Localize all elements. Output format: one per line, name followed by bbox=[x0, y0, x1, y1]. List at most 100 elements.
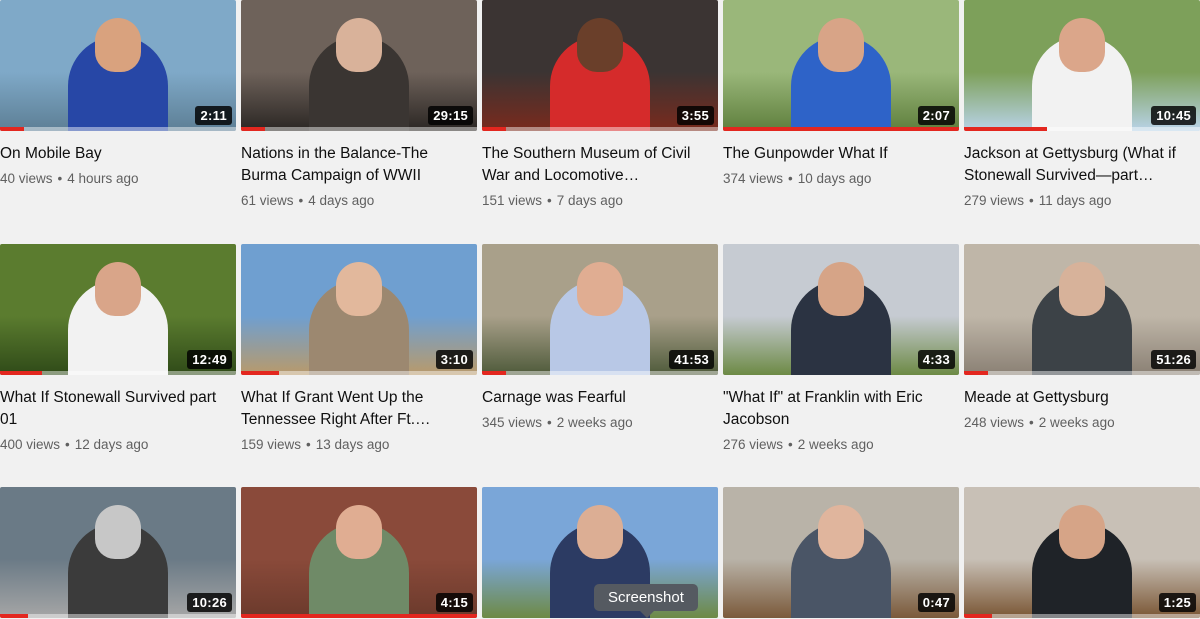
watch-progress-bar bbox=[0, 371, 43, 375]
video-metadata: 345 views • 2 weeks ago bbox=[482, 415, 718, 430]
view-count: 400 views bbox=[0, 437, 61, 452]
duration-badge: 41:53 bbox=[669, 350, 714, 369]
presenter-head bbox=[818, 262, 864, 316]
video-card[interactable]: 2:07 The Gunpowder What If 374 views • 10 da… bbox=[723, 0, 959, 244]
watch-progress-track bbox=[482, 127, 718, 131]
video-card[interactable]: 1:25 bbox=[964, 487, 1200, 619]
video-card[interactable]: 4:15 bbox=[241, 487, 477, 619]
video-card[interactable]: 4:33 "What If" at Franklin with Eric Jaco… bbox=[723, 244, 959, 487]
video-thumbnail[interactable]: 10:45 bbox=[964, 0, 1200, 131]
watch-progress-track bbox=[0, 127, 236, 131]
upload-age: 12 days ago bbox=[74, 437, 149, 452]
video-thumbnail[interactable]: 2:07 bbox=[723, 0, 959, 131]
presenter-head bbox=[1059, 18, 1105, 72]
separator-dot-icon: • bbox=[1029, 415, 1034, 430]
view-count: 159 views bbox=[241, 437, 302, 452]
duration-badge: 1:25 bbox=[1158, 593, 1196, 612]
video-thumbnail[interactable]: 12:49 bbox=[0, 244, 236, 375]
video-title[interactable]: On Mobile Bay bbox=[0, 143, 230, 165]
upload-age: 10 days ago bbox=[797, 171, 872, 186]
watch-progress-bar bbox=[482, 371, 506, 375]
upload-age: 2 weeks ago bbox=[556, 415, 633, 430]
presenter-head bbox=[336, 505, 382, 559]
video-card[interactable]: 2:11 On Mobile Bay 40 views • 4 hours ago bbox=[0, 0, 236, 244]
watch-progress-track bbox=[964, 371, 1200, 375]
presenter-head bbox=[336, 18, 382, 72]
video-metadata: 374 views • 10 days ago bbox=[723, 171, 959, 186]
view-count: 61 views bbox=[241, 193, 294, 208]
separator-dot-icon: • bbox=[1029, 193, 1034, 208]
watch-progress-bar bbox=[482, 127, 506, 131]
video-title[interactable]: What If Stonewall Survived part 01 bbox=[0, 387, 230, 431]
presenter-head bbox=[1059, 505, 1105, 559]
video-card[interactable]: 12:49 What If Stonewall Survived part 01 4… bbox=[0, 244, 236, 487]
duration-badge: 10:45 bbox=[1151, 106, 1196, 125]
duration-badge: 3:55 bbox=[676, 106, 714, 125]
video-thumbnail[interactable]: 4:15 bbox=[241, 487, 477, 618]
presenter-head bbox=[95, 18, 141, 72]
upload-age: 4 hours ago bbox=[67, 171, 139, 186]
presenter-head bbox=[818, 18, 864, 72]
duration-badge: 29:15 bbox=[428, 106, 473, 125]
video-card[interactable]: 3:10 What If Grant Went Up the Tennessee … bbox=[241, 244, 477, 487]
video-title[interactable]: Jackson at Gettysburg (What if Stonewall… bbox=[964, 143, 1194, 187]
video-thumbnail[interactable]: 2:11 bbox=[0, 0, 236, 131]
video-card[interactable]: 0:47 bbox=[723, 487, 959, 619]
video-card[interactable]: 10:26 bbox=[0, 487, 236, 619]
upload-age: 2 weeks ago bbox=[797, 437, 874, 452]
watch-progress-bar bbox=[0, 614, 29, 618]
video-thumbnail[interactable]: 51:26 bbox=[964, 244, 1200, 375]
screenshot-tooltip: Screenshot bbox=[594, 584, 698, 618]
video-title[interactable]: The Southern Museum of Civil War and Loc… bbox=[482, 143, 712, 187]
video-thumbnail[interactable]: 29:15 bbox=[241, 0, 477, 131]
video-thumbnail[interactable]: 10:26 bbox=[0, 487, 236, 618]
video-title[interactable]: Meade at Gettysburg bbox=[964, 387, 1194, 409]
separator-dot-icon: • bbox=[65, 437, 70, 452]
watch-progress-bar bbox=[964, 614, 993, 618]
video-thumbnail[interactable]: 3:55 bbox=[482, 0, 718, 131]
video-card[interactable]: 10:45 Jackson at Gettysburg (What if Ston… bbox=[964, 0, 1200, 244]
separator-dot-icon: • bbox=[57, 171, 63, 186]
watch-progress-track bbox=[241, 127, 477, 131]
video-grid: 2:11 On Mobile Bay 40 views • 4 hours ago 29:… bbox=[0, 0, 1200, 619]
video-card[interactable]: 51:26 Meade at Gettysburg 248 views • 2 week… bbox=[964, 244, 1200, 487]
view-count: 374 views bbox=[723, 171, 784, 186]
video-title[interactable]: Carnage was Fearful bbox=[482, 387, 712, 409]
video-metadata: 248 views • 2 weeks ago bbox=[964, 415, 1200, 430]
watch-progress-bar bbox=[964, 371, 988, 375]
view-count: 151 views bbox=[482, 193, 543, 208]
video-metadata: 400 views • 12 days ago bbox=[0, 437, 236, 452]
video-thumbnail[interactable]: 3:10 bbox=[241, 244, 477, 375]
video-title[interactable]: "What If" at Franklin with Eric Jacobson bbox=[723, 387, 953, 431]
video-thumbnail[interactable]: 41:53 bbox=[482, 244, 718, 375]
watch-progress-bar bbox=[0, 127, 24, 131]
video-metadata: 151 views • 7 days ago bbox=[482, 193, 718, 208]
video-thumbnail[interactable]: 1:25 bbox=[964, 487, 1200, 618]
duration-badge: 0:47 bbox=[917, 593, 955, 612]
watch-progress-bar bbox=[241, 127, 265, 131]
separator-dot-icon: • bbox=[788, 171, 793, 186]
video-title[interactable]: The Gunpowder What If bbox=[723, 143, 953, 165]
watch-progress-bar bbox=[241, 614, 477, 618]
video-card[interactable]: 29:15 Nations in the Balance-The Burma Ca… bbox=[241, 0, 477, 244]
video-metadata: 61 views • 4 days ago bbox=[241, 193, 477, 208]
duration-badge: 10:26 bbox=[187, 593, 232, 612]
video-title[interactable]: Nations in the Balance-The Burma Campaig… bbox=[241, 143, 471, 187]
view-count: 40 views bbox=[0, 171, 53, 186]
video-thumbnail[interactable]: 0:47 bbox=[723, 487, 959, 618]
duration-badge: 3:10 bbox=[435, 350, 473, 369]
presenter-head bbox=[577, 18, 623, 72]
video-metadata: 279 views • 11 days ago bbox=[964, 193, 1200, 208]
upload-age: 7 days ago bbox=[556, 193, 623, 208]
video-title[interactable]: What If Grant Went Up the Tennessee Righ… bbox=[241, 387, 471, 431]
separator-dot-icon: • bbox=[547, 193, 552, 208]
separator-dot-icon: • bbox=[298, 193, 304, 208]
video-card[interactable]: 3:55 The Southern Museum of Civil War and… bbox=[482, 0, 718, 244]
video-card[interactable]: 41:53 Carnage was Fearful 345 views • 2 week… bbox=[482, 244, 718, 487]
upload-age: 2 weeks ago bbox=[1038, 415, 1115, 430]
video-metadata: 40 views • 4 hours ago bbox=[0, 171, 236, 186]
video-metadata: 159 views • 13 days ago bbox=[241, 437, 477, 452]
upload-age: 13 days ago bbox=[315, 437, 390, 452]
video-thumbnail[interactable]: 4:33 bbox=[723, 244, 959, 375]
upload-age: 11 days ago bbox=[1038, 193, 1112, 208]
